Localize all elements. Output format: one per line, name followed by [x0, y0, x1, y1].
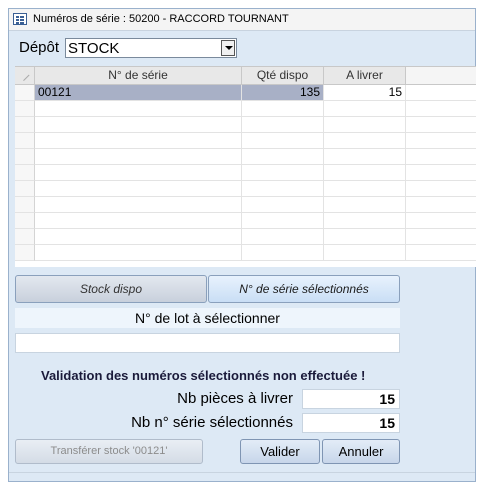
validation-message: Validation des numéros sélectionnés non …	[41, 368, 366, 383]
cell-qte-dispo[interactable]	[242, 229, 324, 245]
table-row-empty[interactable]	[15, 181, 476, 197]
cell-qte-dispo[interactable]: 135	[242, 85, 324, 101]
form-icon	[13, 13, 27, 25]
cell-filler	[406, 117, 476, 133]
table-row-empty[interactable]	[15, 245, 476, 261]
nb-series-field: 15	[302, 413, 400, 433]
title-bar: Numéros de série : 50200 - RACCORD TOURN…	[9, 9, 475, 31]
depot-combo-value: STOCK	[68, 40, 120, 57]
cell-serie[interactable]	[35, 101, 242, 117]
nb-pieces-label: Nb pièces à livrer	[177, 390, 293, 407]
cell-filler	[406, 85, 476, 101]
cell-serie[interactable]	[35, 133, 242, 149]
grid-select-all-corner[interactable]	[15, 67, 35, 85]
cell-filler	[406, 229, 476, 245]
cell-a-livrer[interactable]	[324, 101, 406, 117]
cell-serie[interactable]	[35, 165, 242, 181]
cell-a-livrer[interactable]	[324, 149, 406, 165]
cell-filler	[406, 197, 476, 213]
lot-label: N° de lot à sélectionner	[15, 308, 400, 328]
serial-numbers-window: Numéros de série : 50200 - RACCORD TOURN…	[8, 8, 476, 482]
cell-qte-dispo[interactable]	[242, 213, 324, 229]
row-selector[interactable]	[15, 117, 35, 133]
row-selector[interactable]	[15, 197, 35, 213]
tab-stock-dispo[interactable]: Stock dispo	[15, 275, 207, 303]
table-row-empty[interactable]	[15, 197, 476, 213]
cell-a-livrer[interactable]	[324, 133, 406, 149]
row-selector[interactable]	[15, 245, 35, 261]
row-selector[interactable]	[15, 101, 35, 117]
valider-button[interactable]: Valider	[240, 439, 320, 464]
window-bottom-border	[9, 472, 475, 481]
table-row-empty[interactable]	[15, 117, 476, 133]
cell-a-livrer[interactable]	[324, 245, 406, 261]
table-row[interactable]: 00121 135 15	[15, 85, 476, 101]
cell-filler	[406, 181, 476, 197]
transfer-stock-button[interactable]: Transférer stock '00121'	[15, 439, 203, 464]
row-selector[interactable]	[15, 85, 35, 101]
cell-serie[interactable]	[35, 229, 242, 245]
cell-filler	[406, 101, 476, 117]
cell-qte-dispo[interactable]	[242, 101, 324, 117]
cell-qte-dispo[interactable]	[242, 133, 324, 149]
cell-serie[interactable]	[35, 245, 242, 261]
row-selector[interactable]	[15, 149, 35, 165]
cell-filler	[406, 149, 476, 165]
cell-filler	[406, 133, 476, 149]
table-row-empty[interactable]	[15, 133, 476, 149]
annuler-button[interactable]: Annuler	[322, 439, 400, 464]
cell-qte-dispo[interactable]	[242, 245, 324, 261]
table-row-empty[interactable]	[15, 229, 476, 245]
cell-filler	[406, 165, 476, 181]
row-selector[interactable]	[15, 213, 35, 229]
table-row-empty[interactable]	[15, 165, 476, 181]
serial-grid[interactable]: N° de série Qté dispo A livrer 00121 135…	[15, 66, 476, 267]
lot-input[interactable]	[15, 333, 400, 353]
cell-a-livrer[interactable]	[324, 197, 406, 213]
cell-serie[interactable]	[35, 197, 242, 213]
chevron-down-icon[interactable]	[221, 40, 235, 56]
nb-series-label: Nb n° série sélectionnés	[131, 414, 293, 431]
cell-qte-dispo[interactable]	[242, 181, 324, 197]
cell-qte-dispo[interactable]	[242, 117, 324, 133]
cell-a-livrer[interactable]	[324, 117, 406, 133]
row-selector[interactable]	[15, 181, 35, 197]
column-header-qte-dispo[interactable]: Qté dispo	[242, 67, 324, 85]
cell-serie[interactable]: 00121	[35, 85, 242, 101]
row-selector[interactable]	[15, 133, 35, 149]
cell-qte-dispo[interactable]	[242, 197, 324, 213]
cell-a-livrer[interactable]	[324, 213, 406, 229]
cell-filler	[406, 213, 476, 229]
column-header-serie[interactable]: N° de série	[35, 67, 242, 85]
table-row-empty[interactable]	[15, 149, 476, 165]
table-row-empty[interactable]	[15, 101, 476, 117]
cell-a-livrer[interactable]: 15	[324, 85, 406, 101]
table-row-empty[interactable]	[15, 213, 476, 229]
column-header-filler	[406, 67, 476, 85]
cell-filler	[406, 245, 476, 261]
row-selector[interactable]	[15, 165, 35, 181]
column-header-a-livrer[interactable]: A livrer	[324, 67, 406, 85]
cell-a-livrer[interactable]	[324, 165, 406, 181]
cell-qte-dispo[interactable]	[242, 165, 324, 181]
cell-qte-dispo[interactable]	[242, 149, 324, 165]
depot-label: Dépôt	[19, 39, 60, 56]
cell-a-livrer[interactable]	[324, 181, 406, 197]
row-selector[interactable]	[15, 229, 35, 245]
cell-a-livrer[interactable]	[324, 229, 406, 245]
nb-pieces-field: 15	[302, 389, 400, 409]
cell-serie[interactable]	[35, 149, 242, 165]
cell-serie[interactable]	[35, 117, 242, 133]
cell-serie[interactable]	[35, 213, 242, 229]
tab-series-selected[interactable]: N° de série sélectionnés	[208, 275, 400, 303]
cell-serie[interactable]	[35, 181, 242, 197]
window-title: Numéros de série : 50200 - RACCORD TOURN…	[33, 13, 289, 25]
depot-combo[interactable]: STOCK	[65, 38, 237, 58]
